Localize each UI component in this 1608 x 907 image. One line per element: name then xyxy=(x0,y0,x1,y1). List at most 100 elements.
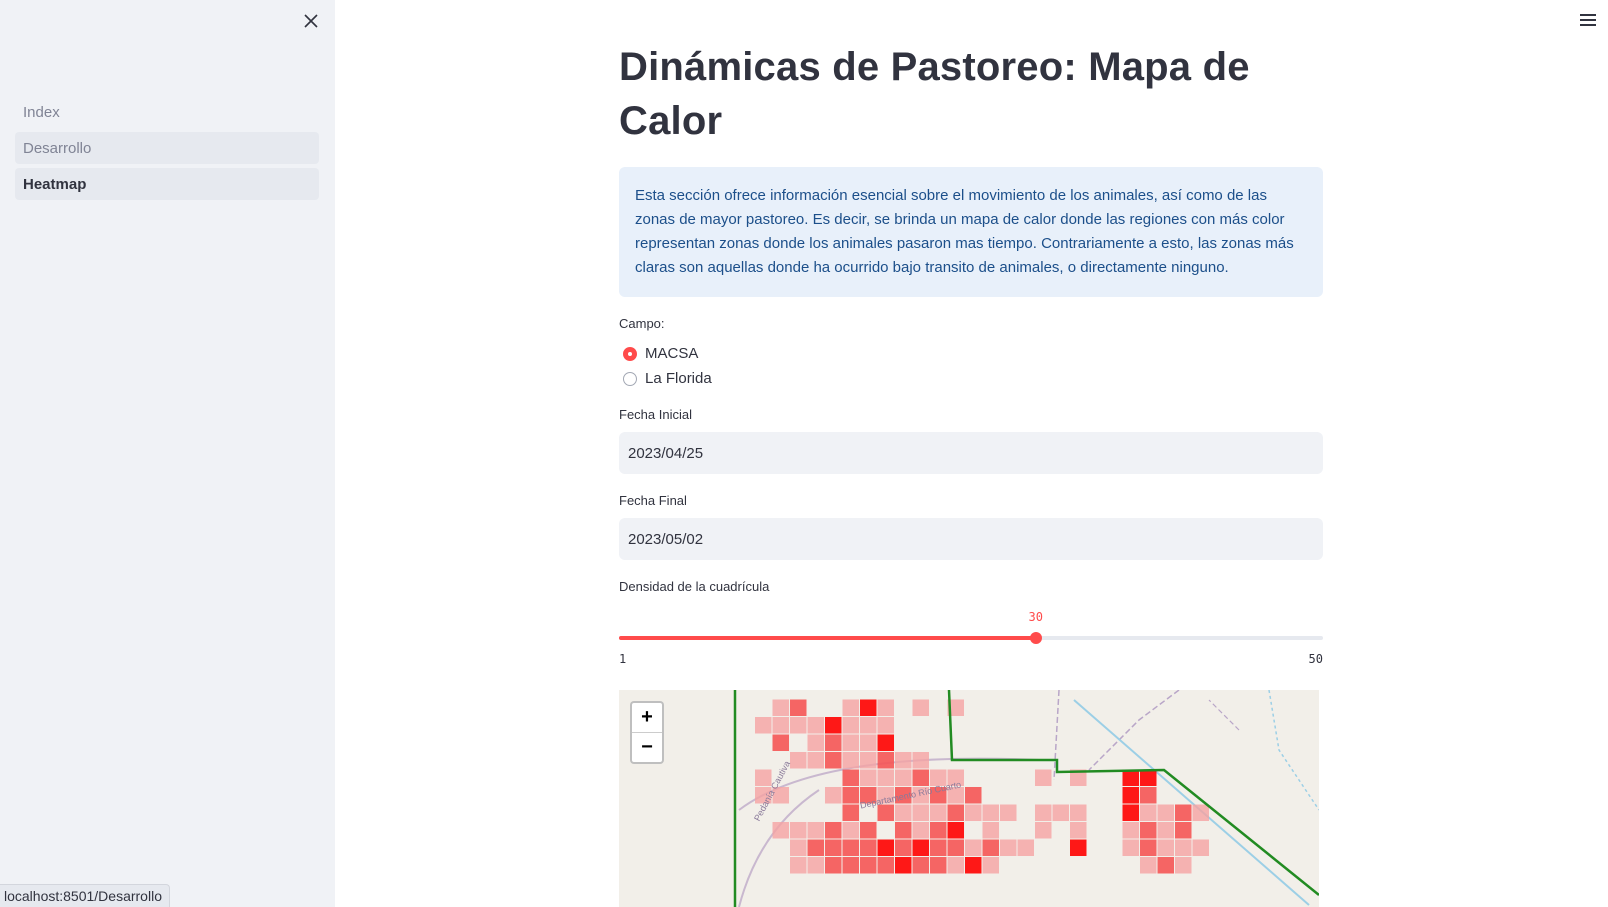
radio-selected-icon[interactable] xyxy=(623,346,637,361)
heat-cell xyxy=(1157,839,1174,856)
info-box: Esta sección ofrece información esencial… xyxy=(619,167,1323,297)
heat-cell xyxy=(790,699,807,716)
zoom-in-button[interactable]: + xyxy=(632,703,662,733)
close-icon[interactable] xyxy=(304,14,318,28)
heat-cell xyxy=(825,839,842,856)
heat-cell xyxy=(1192,839,1209,856)
page-title: Dinámicas de Pastoreo: Mapa de Calor xyxy=(619,45,1250,143)
sidebar-nav: Index Desarrollo Heatmap xyxy=(15,96,319,204)
slider-track[interactable] xyxy=(619,632,1323,644)
heat-cell xyxy=(842,752,859,769)
heat-cell xyxy=(895,822,912,839)
sidebar-item-index[interactable]: Index xyxy=(15,96,319,128)
densidad-slider[interactable]: 30 1 50 xyxy=(619,600,1323,676)
heat-cell xyxy=(807,822,824,839)
slider-thumb[interactable] xyxy=(1029,632,1042,644)
heat-cell xyxy=(1000,804,1017,821)
heat-cell xyxy=(912,769,929,786)
sidebar: Index Desarrollo Heatmap localhost:8501/… xyxy=(0,0,335,907)
heat-cell xyxy=(790,839,807,856)
radio-option-la-florida[interactable]: La Florida xyxy=(619,366,1323,391)
fecha-inicial-input[interactable]: 2023/04/25 xyxy=(619,432,1323,474)
heat-cell xyxy=(895,752,912,769)
heat-cell xyxy=(1070,822,1087,839)
radio-option-label: MACSA xyxy=(645,345,699,362)
campo-radio-group: MACSA La Florida xyxy=(619,341,1323,391)
heat-cell xyxy=(860,857,877,874)
heat-cell xyxy=(1157,857,1174,874)
heat-cell xyxy=(1017,839,1034,856)
heat-cell xyxy=(1052,804,1069,821)
heat-cell xyxy=(930,839,947,856)
heat-cell xyxy=(912,822,929,839)
heat-cell xyxy=(772,717,789,734)
main-content: Dinámicas de Pastoreo: Mapa de Calor Est… xyxy=(619,0,1323,676)
heat-cell xyxy=(772,699,789,716)
hamburger-menu-icon[interactable] xyxy=(1578,10,1598,30)
heat-cell xyxy=(877,717,894,734)
heat-cell xyxy=(877,857,894,874)
status-bar-url: localhost:8501/Desarrollo xyxy=(0,884,170,907)
heat-cell xyxy=(877,804,894,821)
heat-cell xyxy=(807,857,824,874)
sidebar-item-heatmap[interactable]: Heatmap xyxy=(15,168,319,200)
heat-cell xyxy=(1122,804,1139,821)
heat-cell xyxy=(807,734,824,751)
sidebar-item-label: Desarrollo xyxy=(23,139,92,157)
heat-cell xyxy=(1140,804,1157,821)
heat-cell xyxy=(965,857,982,874)
heat-cell xyxy=(860,822,877,839)
heat-cell xyxy=(842,804,859,821)
radio-unselected-icon[interactable] xyxy=(623,371,637,386)
radio-option-macsa[interactable]: MACSA xyxy=(619,341,1323,366)
heat-cell xyxy=(965,839,982,856)
heat-cell xyxy=(842,839,859,856)
heatmap-map[interactable]: Pedanía Cautiva Departamento Río Cuarto … xyxy=(619,690,1319,907)
heat-cell xyxy=(1157,822,1174,839)
zoom-out-button[interactable]: − xyxy=(632,733,662,762)
heat-cell xyxy=(1000,839,1017,856)
heat-cell xyxy=(860,839,877,856)
heat-cell xyxy=(1122,822,1139,839)
fecha-final-label: Fecha Final xyxy=(619,493,687,508)
heat-cell xyxy=(1175,804,1192,821)
heat-cell xyxy=(1175,839,1192,856)
heat-cell xyxy=(895,839,912,856)
heat-cell xyxy=(1122,787,1139,804)
densidad-label: Densidad de la cuadrícula xyxy=(619,579,770,594)
heat-cell xyxy=(842,699,859,716)
heat-cell xyxy=(842,787,859,804)
heat-cell xyxy=(895,769,912,786)
heat-cell xyxy=(877,752,894,769)
heat-cell xyxy=(930,857,947,874)
heat-cell xyxy=(1035,769,1052,786)
sidebar-item-desarrollo[interactable]: Desarrollo xyxy=(15,132,319,164)
heat-cell xyxy=(807,839,824,856)
heat-cell xyxy=(842,717,859,734)
map-zoom-control: + − xyxy=(630,701,664,764)
map-canvas[interactable] xyxy=(619,690,1319,907)
heat-cell xyxy=(825,787,842,804)
heat-cell xyxy=(825,734,842,751)
heat-cell xyxy=(790,857,807,874)
heat-cell xyxy=(1175,822,1192,839)
heat-cell xyxy=(947,804,964,821)
heat-cell xyxy=(877,839,894,856)
heat-cell xyxy=(982,804,999,821)
heat-cell xyxy=(842,822,859,839)
slider-min-label: 1 xyxy=(619,652,627,666)
fecha-final-input[interactable]: 2023/05/02 xyxy=(619,518,1323,560)
heat-cell xyxy=(842,734,859,751)
sidebar-item-label: Index xyxy=(23,103,60,121)
heat-cell xyxy=(1122,839,1139,856)
slider-current-value: 30 xyxy=(1028,610,1043,624)
heat-cell xyxy=(1175,857,1192,874)
heat-cell xyxy=(895,804,912,821)
heat-cell xyxy=(772,822,789,839)
close-sidebar-button[interactable] xyxy=(300,10,322,32)
heat-cell xyxy=(947,839,964,856)
heat-cell xyxy=(947,857,964,874)
heat-cell xyxy=(842,857,859,874)
heat-cell xyxy=(877,699,894,716)
slider-max-label: 50 xyxy=(1308,652,1323,666)
